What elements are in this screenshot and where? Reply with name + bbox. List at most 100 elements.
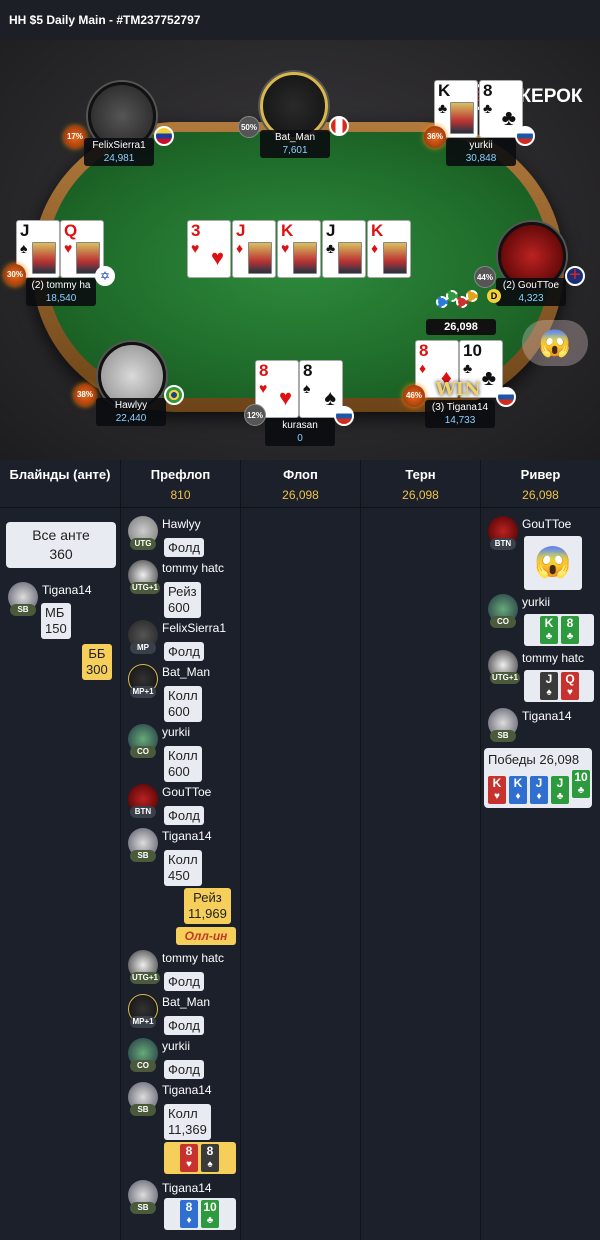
action-bubble: Колл 600 (164, 686, 202, 722)
flag-russia-icon (334, 406, 354, 426)
mini-card: K ♦ (509, 776, 527, 804)
action-bubble: Колл 600 (164, 746, 202, 782)
player-name: yurkii (162, 725, 191, 739)
header-divider (0, 507, 600, 508)
action-bubble: Фолд (164, 1016, 204, 1035)
winner-label: Победы 26,098 (488, 752, 580, 767)
nameplate-batman: Bat_Man 7,601 (260, 130, 330, 158)
mini-card: 8 ♣ (561, 616, 579, 644)
pot-chips-stack (436, 288, 482, 316)
emote-scared-chicken-icon[interactable]: 😱 (522, 320, 588, 366)
street-header-blinds: Блайнды (анте) (0, 460, 121, 507)
position-badge: UTG+1 (490, 672, 521, 684)
player-name: Bat_Man (162, 995, 211, 1009)
street-header-turn: Терн 26,098 (361, 460, 481, 507)
position-badge: CO (490, 616, 516, 628)
chip-icon (466, 290, 478, 302)
position-badge: BTN (490, 538, 516, 550)
mini-card: 10 ♣ (572, 770, 590, 798)
player-name: GouTToe (522, 517, 572, 531)
tommy-shown-cards: J ♠ Q ♥ (524, 670, 594, 702)
position-badge: UTG (130, 538, 156, 550)
dealer-button: D (487, 289, 501, 303)
nameplate-hawlyy: Hawlyy 22,440 (96, 398, 166, 426)
sb-bubble: МБ 150 (41, 603, 71, 639)
player-name: Tigana14 (162, 1083, 212, 1097)
action-bubble: Фолд (164, 1060, 204, 1079)
equity-badge-kurasan: 12% (244, 404, 266, 426)
position-badge: SB (130, 1202, 156, 1214)
position-badge: UTG+1 (130, 972, 161, 984)
flag-israel-icon: ✡ (95, 266, 115, 286)
nameplate-kurasan: kurasan 0 (265, 418, 335, 446)
flag-canada-icon (329, 116, 349, 136)
hand-history-app: HH $5 Daily Main - #TM237752797 GGПОКЕРО… (0, 0, 600, 1240)
mini-card: J ♦ (530, 776, 548, 804)
nameplate-yurkii: yurkii 30,848 (446, 138, 516, 166)
mini-card: K ♥ (488, 776, 506, 804)
action-bubble: Рейз 600 (164, 582, 201, 618)
nameplate-felix: FelixSierra1 24,981 (84, 138, 154, 166)
equity-badge-tommy: 30% (4, 264, 26, 286)
position-badge: CO (130, 746, 156, 758)
mini-card: 10 ♣ (201, 1200, 219, 1228)
column-divider (360, 460, 361, 1240)
emote-scared-chicken-icon: 😱 (524, 536, 582, 590)
board-card-5: K ♦ (367, 220, 411, 278)
mini-card: J ♠ (540, 672, 558, 700)
bb-raise-bubble: Рейз 11,969 (184, 888, 231, 924)
player-name: Tigana14 (522, 709, 572, 723)
pot-amount: 26,098 (426, 319, 496, 335)
win-banner: WIN (435, 379, 481, 400)
board-card-2: J ♦ (232, 220, 276, 278)
action-bubble: Фолд (164, 806, 204, 825)
column-divider (240, 460, 241, 1240)
equity-badge-batman: 50% (238, 116, 260, 138)
player-name: Tigana14 (42, 583, 92, 597)
bb-bubble: ББ 300 (82, 644, 112, 680)
column-divider (480, 460, 481, 1240)
action-bubble: Фолд (164, 538, 204, 557)
board-card-1: 3 ♥ ♥ (187, 220, 231, 278)
player-name: FelixSierra1 (162, 621, 227, 635)
nameplate-tigana: (3) Tigana14 14,733 (425, 400, 495, 428)
position-badge: MP+1 (130, 686, 156, 698)
mini-card: 8 ♥ (180, 1144, 198, 1172)
player-name: GouTToe (162, 785, 212, 799)
board-card-3: K ♥ (277, 220, 321, 278)
position-badge: UTG+1 (130, 582, 161, 594)
equity-badge-felix: 17% (64, 126, 86, 148)
action-bubble: Фолд (164, 642, 204, 661)
street-header-flop: Флоп 26,098 (241, 460, 361, 507)
flag-venezuela-icon (154, 126, 174, 146)
player-name: tommy hatc (162, 951, 225, 965)
player-name: Tigana14 (162, 1181, 212, 1195)
action-history: Блайнды (анте) Префлоп 810 Флоп 26,098 Тер… (0, 460, 600, 1240)
equity-badge-hawlyy: 38% (74, 384, 96, 406)
position-badge: SB (130, 850, 156, 862)
mini-card: 8 ♠ (201, 1144, 219, 1172)
bb-shown-cards: 8 ♥ 8 ♠ (164, 1142, 236, 1174)
mini-card: J ♣ (551, 776, 569, 804)
player-name: tommy hatc (522, 651, 585, 665)
poker-table-view: GGПОКЕРОК 3♥♥ J♦ K♥ J♣ K♦ 17% FelixSierr… (0, 40, 600, 460)
board-card-4: J ♣ (322, 220, 366, 278)
position-badge: BTN (130, 806, 156, 818)
position-badge: MP (130, 642, 156, 654)
action-bubble: Фолд (164, 972, 204, 991)
player-name: Hawlyy (162, 517, 201, 531)
column-divider (120, 460, 121, 1240)
yurkii-shown-cards: K ♣ 8 ♣ (524, 614, 594, 646)
action-bubble: Колл 11,369 (164, 1104, 211, 1140)
position-badge: SB (490, 730, 516, 742)
allin-badge: Олл-ин (176, 927, 236, 945)
position-badge: SB (130, 1104, 156, 1116)
player-name: Bat_Man (162, 665, 211, 679)
nameplate-tommy: (2) tommy ha 18,540 (26, 278, 96, 306)
mini-card: 8 ♦ (180, 1200, 198, 1228)
nameplate-goutoe: (2) GouTToe 4,323 (496, 278, 566, 306)
action-bubble: Колл 450 (164, 850, 202, 886)
player-name: Tigana14 (162, 829, 212, 843)
equity-badge-yurkii: 36% (424, 126, 446, 148)
position-badge: SB (10, 604, 36, 616)
